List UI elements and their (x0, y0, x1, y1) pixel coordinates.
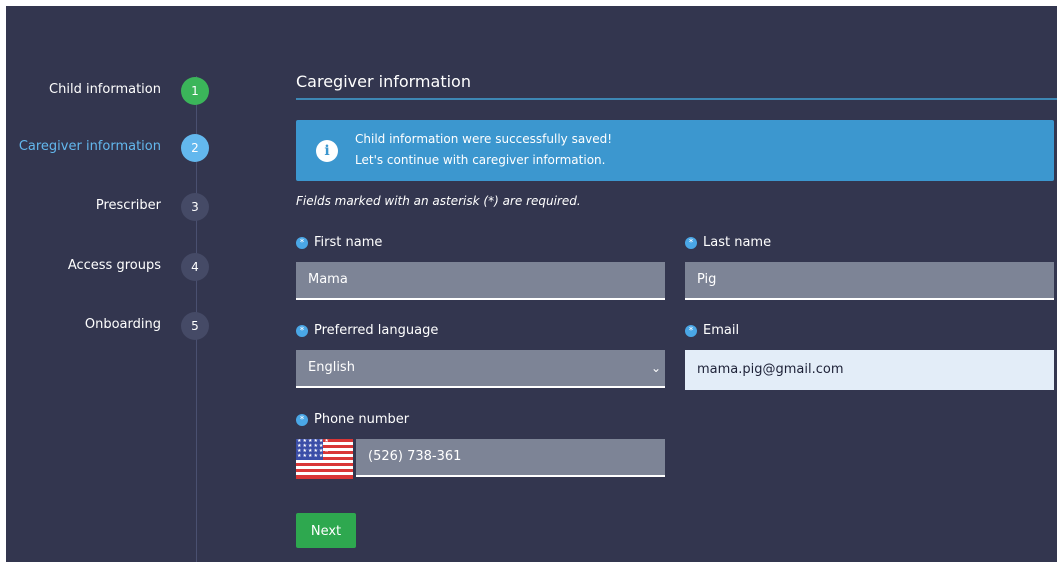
page-title: Caregiver information (296, 72, 471, 91)
last-name-input[interactable]: Pig (685, 262, 1054, 300)
language-select[interactable]: English ⌄ (296, 350, 665, 388)
required-icon: * (685, 325, 697, 337)
required-note: Fields marked with an asterisk (*) are r… (296, 194, 581, 208)
alert-submessage: Let's continue with caregiver informatio… (355, 153, 606, 167)
step-caregiver-information[interactable]: Caregiver information 2 (6, 132, 216, 162)
step-label: Access groups (67, 258, 161, 273)
step-onboarding[interactable]: Onboarding 5 (6, 310, 216, 340)
step-number: 3 (181, 193, 209, 221)
step-number: 5 (181, 312, 209, 340)
info-icon: i (316, 140, 338, 162)
title-divider (296, 98, 1057, 100)
step-label: Caregiver information (18, 139, 161, 154)
last-name-label: * Last name (685, 235, 771, 251)
email-field[interactable]: mama.pig@gmail.com (685, 350, 1054, 390)
required-icon: * (296, 325, 308, 337)
phone-input[interactable]: (526) 738-361 (356, 439, 665, 477)
step-access-groups[interactable]: Access groups 4 (6, 251, 216, 281)
step-number: 4 (181, 253, 209, 281)
step-prescriber[interactable]: Prescriber 3 (6, 191, 216, 221)
first-name-label: * First name (296, 235, 382, 251)
app-window: Child information 1 Caregiver informatio… (6, 6, 1057, 562)
step-label: Onboarding (84, 317, 161, 332)
required-icon: * (296, 414, 308, 426)
step-number: 1 (181, 77, 209, 105)
first-name-input[interactable]: Mama (296, 262, 665, 300)
step-label: Prescriber (95, 198, 161, 213)
step-label: Child information (49, 82, 161, 97)
required-icon: * (685, 237, 697, 249)
us-flag-icon[interactable]: ★★★★★★ ★★★★★ ★★★★★★ ★★★★★ (296, 439, 353, 479)
email-label: * Email (685, 323, 739, 339)
alert-message: Child information were successfully save… (355, 132, 613, 146)
success-alert: i Child information were successfully sa… (296, 120, 1054, 181)
next-button[interactable]: Next (296, 513, 356, 548)
language-value: English (308, 360, 355, 375)
phone-label: * Phone number (296, 412, 409, 428)
required-icon: * (296, 237, 308, 249)
language-label: * Preferred language (296, 323, 438, 339)
step-child-information[interactable]: Child information 1 (6, 75, 216, 105)
chevron-down-icon: ⌄ (650, 361, 661, 375)
step-number: 2 (181, 134, 209, 162)
